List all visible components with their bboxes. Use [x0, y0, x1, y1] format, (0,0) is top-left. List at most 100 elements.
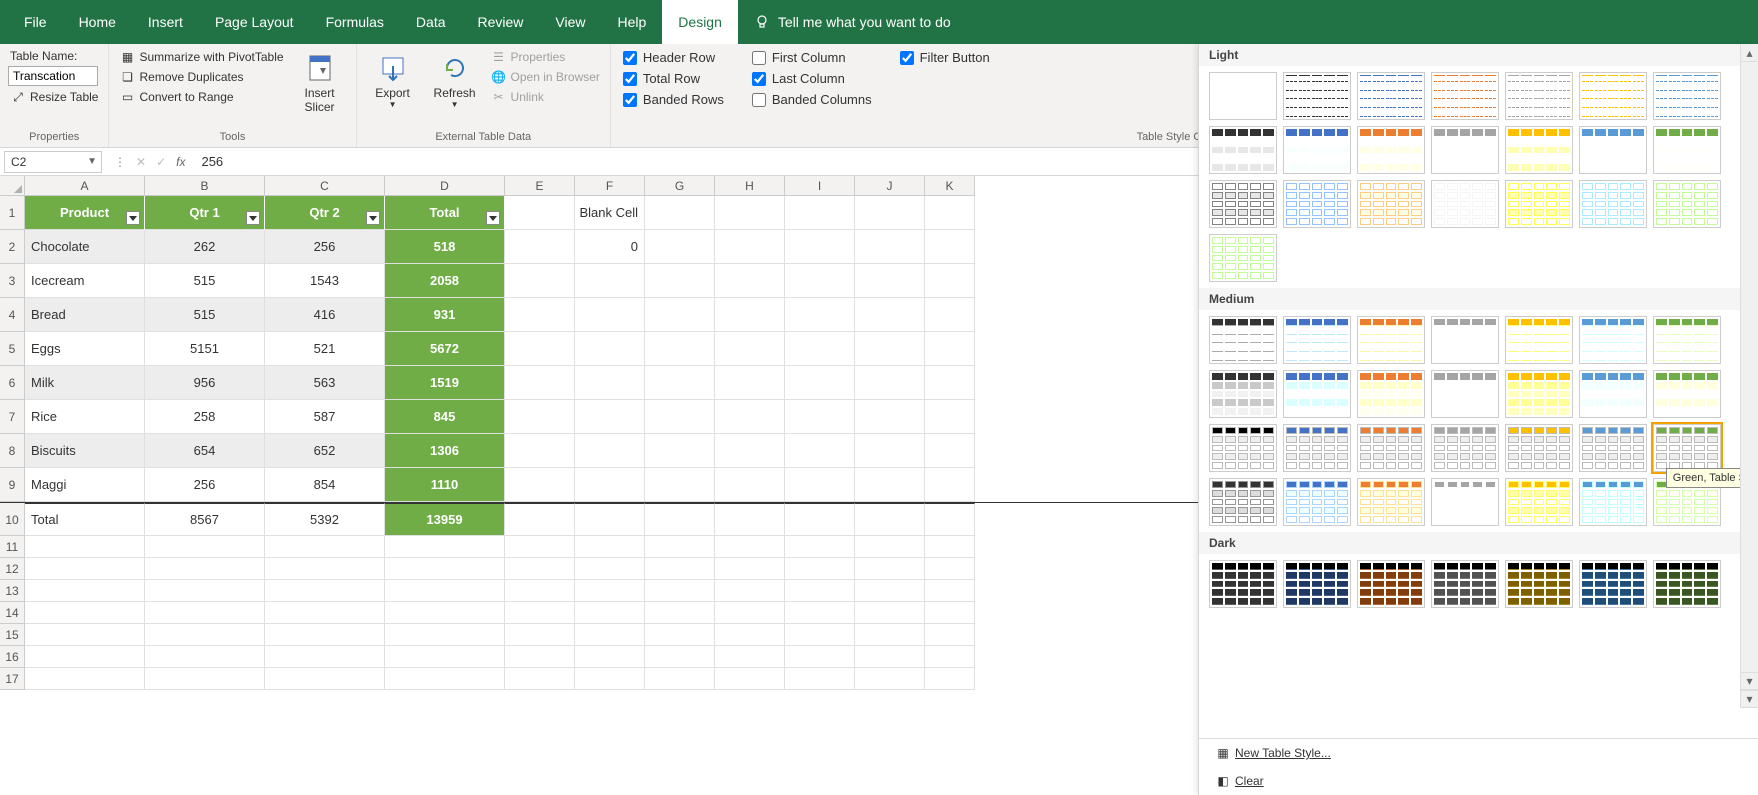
table-header-d[interactable]: Total — [385, 196, 505, 230]
cell-I15[interactable] — [785, 624, 855, 646]
cell-H1[interactable] — [715, 196, 785, 230]
table-style-swatch[interactable] — [1579, 478, 1647, 526]
cell-H16[interactable] — [715, 646, 785, 668]
cell-B5[interactable]: 5151 — [145, 332, 265, 366]
cell-D16[interactable] — [385, 646, 505, 668]
table-style-swatch[interactable] — [1209, 560, 1277, 608]
table-style-swatch[interactable] — [1653, 424, 1721, 472]
cell-C9[interactable]: 854 — [265, 468, 385, 502]
chk-filter-button[interactable]: Filter Button — [896, 48, 994, 67]
row-header-1[interactable]: 1 — [0, 196, 25, 230]
chk-first-column[interactable]: First Column — [748, 48, 876, 67]
cell-C5[interactable]: 521 — [265, 332, 385, 366]
cell-H11[interactable] — [715, 536, 785, 558]
cell-J6[interactable] — [855, 366, 925, 400]
cell-H3[interactable] — [715, 264, 785, 298]
cell-H5[interactable] — [715, 332, 785, 366]
cell-K13[interactable] — [925, 580, 975, 602]
cell-B6[interactable]: 956 — [145, 366, 265, 400]
col-header-A[interactable]: A — [25, 176, 145, 196]
cell-G16[interactable] — [645, 646, 715, 668]
table-style-swatch[interactable] — [1209, 234, 1277, 282]
cell-A9[interactable]: Maggi — [25, 468, 145, 502]
cell-B4[interactable]: 515 — [145, 298, 265, 332]
cell-C4[interactable]: 416 — [265, 298, 385, 332]
cell-D12[interactable] — [385, 558, 505, 580]
scroll-more-icon[interactable]: ▾ — [1741, 690, 1758, 708]
cell-J12[interactable] — [855, 558, 925, 580]
cell-C16[interactable] — [265, 646, 385, 668]
cell-J4[interactable] — [855, 298, 925, 332]
table-style-swatch[interactable] — [1653, 316, 1721, 364]
cell-D3[interactable]: 2058 — [385, 264, 505, 298]
cell-C3[interactable]: 1543 — [265, 264, 385, 298]
cell-I12[interactable] — [785, 558, 855, 580]
table-style-swatch[interactable] — [1579, 126, 1647, 174]
cell-B14[interactable] — [145, 602, 265, 624]
col-header-K[interactable]: K — [925, 176, 975, 196]
cell-E8[interactable] — [505, 434, 575, 468]
cell-G13[interactable] — [645, 580, 715, 602]
table-style-swatch[interactable] — [1579, 72, 1647, 120]
cell-H6[interactable] — [715, 366, 785, 400]
cell-A11[interactable] — [25, 536, 145, 558]
cell-C13[interactable] — [265, 580, 385, 602]
cell-K11[interactable] — [925, 536, 975, 558]
cell-G15[interactable] — [645, 624, 715, 646]
row-header-6[interactable]: 6 — [0, 366, 25, 400]
tab-review[interactable]: Review — [462, 0, 540, 44]
cell-A5[interactable]: Eggs — [25, 332, 145, 366]
cell-B16[interactable] — [145, 646, 265, 668]
cell-G10[interactable] — [645, 503, 715, 536]
cell-D17[interactable] — [385, 668, 505, 690]
row-header-10[interactable]: 10 — [0, 503, 25, 536]
tell-me[interactable]: Tell me what you want to do — [754, 14, 951, 30]
table-style-swatch[interactable] — [1283, 478, 1351, 526]
col-header-I[interactable]: I — [785, 176, 855, 196]
cell-F14[interactable] — [575, 602, 645, 624]
cell-I14[interactable] — [785, 602, 855, 624]
tab-page-layout[interactable]: Page Layout — [199, 0, 310, 44]
table-style-swatch[interactable] — [1357, 72, 1425, 120]
cell-E7[interactable] — [505, 400, 575, 434]
table-style-swatch[interactable] — [1283, 370, 1351, 418]
cell-K4[interactable] — [925, 298, 975, 332]
table-style-swatch[interactable] — [1209, 180, 1277, 228]
table-style-swatch[interactable] — [1283, 560, 1351, 608]
table-style-swatch[interactable] — [1505, 316, 1573, 364]
row-header-2[interactable]: 2 — [0, 230, 25, 264]
cell-B2[interactable]: 262 — [145, 230, 265, 264]
cell-B3[interactable]: 515 — [145, 264, 265, 298]
table-header-c[interactable]: Qtr 2 — [265, 196, 385, 230]
cancel-icon[interactable]: ✕ — [136, 155, 146, 169]
insert-slicer-button[interactable]: Insert Slicer — [292, 48, 348, 114]
cell-A16[interactable] — [25, 646, 145, 668]
cell-J10[interactable] — [855, 503, 925, 536]
cell-E9[interactable] — [505, 468, 575, 502]
cell-G8[interactable] — [645, 434, 715, 468]
cell-J2[interactable] — [855, 230, 925, 264]
cell-D7[interactable]: 845 — [385, 400, 505, 434]
table-style-swatch[interactable] — [1579, 180, 1647, 228]
cell-I7[interactable] — [785, 400, 855, 434]
cell-J7[interactable] — [855, 400, 925, 434]
tab-data[interactable]: Data — [400, 0, 462, 44]
table-style-swatch[interactable] — [1505, 478, 1573, 526]
filter-dropdown-icon[interactable] — [486, 211, 500, 225]
cell-K8[interactable] — [925, 434, 975, 468]
cell-K14[interactable] — [925, 602, 975, 624]
cell-G9[interactable] — [645, 468, 715, 502]
cell-F10[interactable] — [575, 503, 645, 536]
cell-K9[interactable] — [925, 468, 975, 502]
cell-E1[interactable] — [505, 196, 575, 230]
row-header-5[interactable]: 5 — [0, 332, 25, 366]
cell-B9[interactable]: 256 — [145, 468, 265, 502]
table-style-swatch[interactable] — [1431, 126, 1499, 174]
cell-J16[interactable] — [855, 646, 925, 668]
cell-D11[interactable] — [385, 536, 505, 558]
col-header-B[interactable]: B — [145, 176, 265, 196]
col-header-F[interactable]: F — [575, 176, 645, 196]
cell-I3[interactable] — [785, 264, 855, 298]
cell-C17[interactable] — [265, 668, 385, 690]
cell-E12[interactable] — [505, 558, 575, 580]
